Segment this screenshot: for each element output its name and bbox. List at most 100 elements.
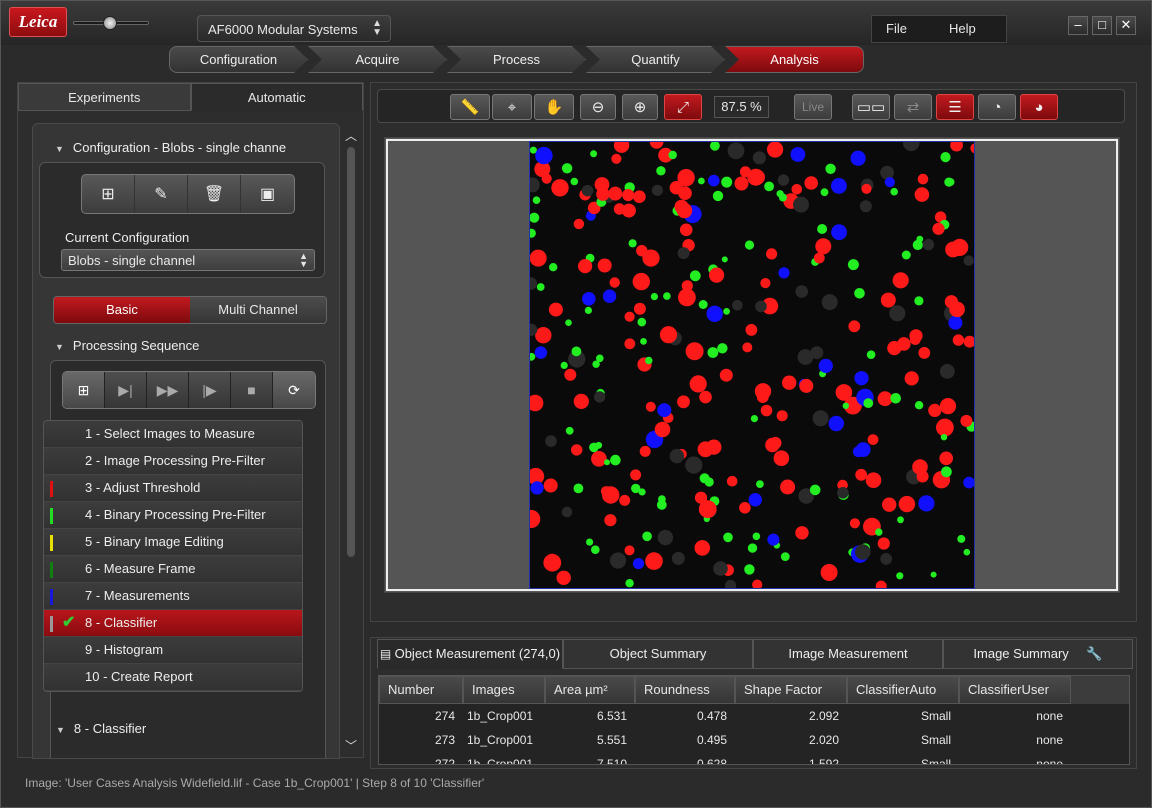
step-item[interactable]: 7 - Measurements (44, 583, 302, 610)
brightness-slider-handle[interactable] (103, 16, 117, 30)
crosshair-button[interactable]: ⌖ (492, 94, 532, 120)
config-section-header[interactable]: ▼ Configuration - Blobs - single channe (55, 140, 286, 155)
cell-blob (622, 189, 635, 202)
cell-blob (642, 531, 652, 542)
current-config-select[interactable]: Blobs - single channel ▲ ▼ (61, 249, 315, 271)
step-forward-button[interactable]: ▶| (105, 372, 147, 408)
ruler-button[interactable]: 📏 (450, 94, 490, 120)
image-viewport[interactable] (384, 137, 1120, 593)
table-cell: 1b_Crop001 (467, 709, 534, 723)
cell-blob (944, 177, 954, 187)
menu-file[interactable]: File (886, 21, 907, 36)
cell-blob (608, 186, 623, 201)
table-row[interactable]: 274 1b_Crop001 6.531 0.478 2.092 Small none (379, 704, 1129, 728)
new-config-button[interactable]: ⊞ (82, 175, 135, 213)
close-button[interactable]: ✕ (1116, 16, 1136, 35)
cell-blob (778, 267, 790, 279)
tab-image-measurement[interactable]: Image Measurement (753, 639, 943, 669)
cell-blob (818, 358, 833, 373)
table-row[interactable]: 273 1b_Crop001 5.551 0.495 2.020 Small none (379, 728, 1129, 752)
workflow-process[interactable]: Process (447, 46, 586, 73)
system-select[interactable]: AF6000 Modular Systems ▲ ▼ (197, 15, 391, 42)
wrench-icon[interactable]: 🔧 (1086, 646, 1102, 661)
tab-object-summary[interactable]: Object Summary (563, 639, 753, 669)
refresh-button[interactable]: ⟳ (273, 372, 315, 408)
live-button[interactable]: Live (794, 94, 832, 120)
table-cell: Small (920, 733, 951, 747)
classifier-section-header[interactable]: ▼ 8 - Classifier (56, 721, 146, 736)
column-header[interactable]: Number (379, 676, 463, 704)
table-row[interactable]: 272 1b_Crop001 7.510 0.628 1.592 Small none (379, 752, 1129, 764)
maximize-button[interactable]: □ (1092, 16, 1112, 35)
zoom-out-button[interactable]: ⊖ (580, 94, 616, 120)
processing-section-header[interactable]: ▼ Processing Sequence (55, 338, 199, 353)
edit-config-button[interactable]: ✎ (135, 175, 188, 213)
column-header[interactable]: Roundness (635, 676, 735, 704)
overlay-fill-button[interactable]: ◕ (1020, 94, 1058, 120)
step-item[interactable]: 4 - Binary Processing Pre-Filter (44, 502, 302, 529)
cell-blob (732, 300, 743, 311)
column-header[interactable]: Shape Factor (735, 676, 847, 704)
workflow-acquire[interactable]: Acquire (308, 46, 447, 73)
add-step-button[interactable]: ⊞ (63, 372, 105, 408)
step-label: 5 - Binary Image Editing (85, 534, 224, 549)
cell-blob (902, 142, 920, 152)
column-header[interactable]: ClassifierUser (959, 676, 1071, 704)
scrollbar-thumb[interactable] (347, 147, 355, 557)
stop-button[interactable]: ■ (231, 372, 273, 408)
table-view-button[interactable]: ☰ (936, 94, 974, 120)
cell-blob (611, 153, 622, 164)
workflow-quantify[interactable]: Quantify (586, 46, 725, 73)
step-item[interactable]: 10 - Create Report (44, 664, 302, 691)
tab-object-measurement[interactable]: ▤ Object Measurement (274,0) (377, 639, 563, 669)
overlay-outline-button[interactable]: ◔ (978, 94, 1016, 120)
step-label: 9 - Histogram (85, 642, 164, 657)
step-item[interactable]: 6 - Measure Frame (44, 556, 302, 583)
column-header[interactable]: Images (463, 676, 545, 704)
left-vertical-scrollbar[interactable]: ︿ ﹀ (344, 127, 358, 753)
fit-view-button[interactable]: ⤢ (664, 94, 702, 120)
cell-blob (573, 393, 589, 409)
step-item[interactable]: ✔ 8 - Classifier (44, 610, 302, 637)
fast-forward-button[interactable]: ▶▶ (147, 372, 189, 408)
fit-view-icon: ⤢ (676, 98, 689, 116)
tab-automatic[interactable]: Automatic (190, 83, 363, 111)
zoom-in-button[interactable]: ⊕ (622, 94, 658, 120)
play-step-button[interactable]: |▶ (189, 372, 231, 408)
column-header[interactable]: ClassifierAuto (847, 676, 959, 704)
cell-blob (854, 288, 865, 299)
step-item[interactable]: 1 - Select Images to Measure (44, 421, 302, 448)
chevron-down-icon[interactable]: ﹀ (344, 737, 358, 754)
step-item[interactable]: 5 - Binary Image Editing (44, 529, 302, 556)
workflow-configuration[interactable]: Configuration (169, 46, 308, 73)
cell-blob (837, 487, 849, 499)
cell-blob (970, 143, 974, 154)
step-item[interactable]: 3 - Adjust Threshold (44, 475, 302, 502)
cell-blob (639, 445, 651, 457)
cell-blob (949, 301, 965, 318)
minimize-button[interactable]: – (1068, 16, 1088, 35)
workflow-analysis[interactable]: Analysis (725, 46, 864, 73)
multi-channel-mode-button[interactable]: Multi Channel (190, 297, 326, 323)
cell-blob (657, 529, 674, 546)
save-config-button[interactable]: ▣ (241, 175, 294, 213)
tab-image-summary[interactable]: Image Summary 🔧 (943, 639, 1133, 669)
cell-blob (619, 494, 631, 506)
split-view-button[interactable]: ▭▭ (852, 94, 890, 120)
cell-blob (582, 292, 596, 306)
column-header[interactable]: Area µm² (545, 676, 635, 704)
cell-blob (880, 165, 894, 180)
cell-blob (717, 343, 728, 354)
chevron-up-icon[interactable]: ︿ (344, 127, 358, 144)
microscopy-image[interactable] (529, 141, 975, 589)
config-section-title: Configuration - Blobs - single channe (72, 140, 287, 155)
step-item[interactable]: 2 - Image Processing Pre-Filter (44, 448, 302, 475)
sync-view-button[interactable]: ⇄ (894, 94, 932, 120)
pan-button[interactable]: ✋ (534, 94, 574, 120)
step-item[interactable]: 9 - Histogram (44, 637, 302, 664)
basic-mode-button[interactable]: Basic (54, 297, 190, 323)
delete-config-button[interactable]: 🗑 (188, 175, 241, 213)
tab-experiments[interactable]: Experiments (18, 83, 191, 111)
cell-blob (530, 228, 536, 238)
menu-help[interactable]: Help (949, 21, 976, 36)
